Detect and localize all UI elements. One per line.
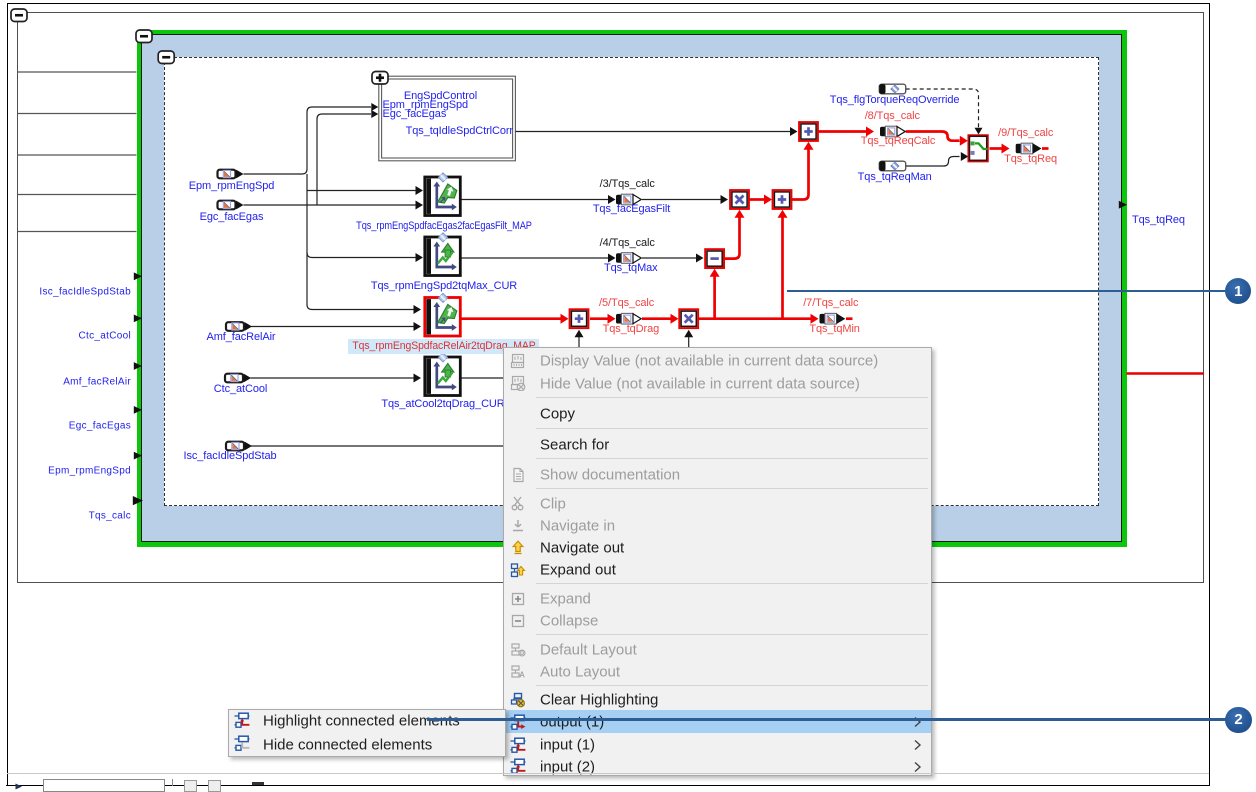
svg-text:D: D bbox=[520, 651, 525, 657]
svg-text:A: A bbox=[519, 671, 525, 680]
